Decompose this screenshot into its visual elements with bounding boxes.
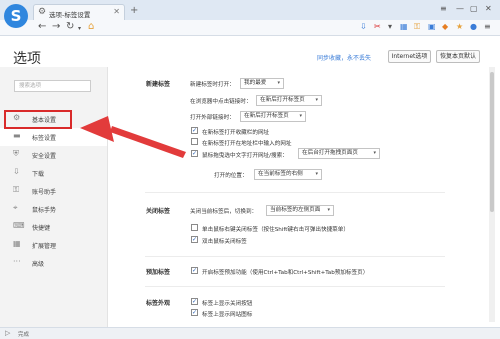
- checkbox-right-click-close[interactable]: [191, 224, 198, 231]
- chevron-down-icon: ▾: [315, 97, 318, 103]
- drag-search-label: 鼠标拖曳选中文字打开网址/搜索：: [202, 153, 288, 159]
- select-value: 在后台打开拖拽页面页: [302, 150, 358, 156]
- double-click-close-label: 双击鼠标关闭标签: [202, 239, 247, 245]
- open-position-select[interactable]: 在当前标签的右侧 ▾: [254, 169, 322, 180]
- close-switch-label: 关闭当前标签后，切换到：: [190, 209, 258, 215]
- checkbox-double-click-close[interactable]: ✓: [191, 236, 198, 243]
- section-appearance: 标签外观: [146, 300, 171, 307]
- section-new-tab: 新建标签: [146, 81, 171, 88]
- section-preload: 预加标签: [146, 269, 171, 276]
- select-value: 当前标签的左侧页面: [270, 207, 321, 213]
- favorites-new-tab-label: 在新标签打开收藏栏的网址: [202, 130, 270, 136]
- chevron-down-icon: ▾: [315, 171, 318, 177]
- divider: [145, 286, 445, 287]
- divider: [145, 256, 445, 257]
- checkbox-favorites-new-tab[interactable]: ✓: [191, 127, 198, 134]
- checkbox-drag-search[interactable]: ✓: [191, 150, 198, 157]
- addr-open-select[interactable]: 在新后打开标签页 ▾: [256, 95, 322, 106]
- chevron-down-icon: ▾: [277, 80, 280, 86]
- red-arrow-annotation: [80, 116, 186, 158]
- status-text: 完成: [18, 332, 30, 338]
- checkbox-show-site-icon[interactable]: ✓: [191, 309, 198, 316]
- chevron-down-icon: ▾: [327, 207, 330, 213]
- browser-logo: S: [4, 4, 28, 28]
- close-switch-select[interactable]: 当前标签的左侧页面 ▾: [266, 205, 334, 216]
- show-site-icon-label: 标签上显示网站图标: [202, 312, 253, 318]
- section-close-tab: 关闭标签: [146, 208, 171, 215]
- scrollbar-thumb[interactable]: [490, 72, 494, 212]
- select-value: 在新后打开标签页: [260, 97, 305, 103]
- select-value: 在当前标签的右侧: [258, 171, 303, 177]
- checkbox-address-new-tab[interactable]: [191, 138, 198, 145]
- select-value: 在新后打开标签页: [244, 113, 289, 119]
- show-close-button-label: 标签上显示关闭按钮: [202, 301, 253, 307]
- external-link-select[interactable]: 在新后打开标签页 ▾: [240, 111, 306, 122]
- divider: [145, 192, 445, 193]
- new-tab-open-select[interactable]: 我的最爱 ▾: [240, 78, 284, 89]
- new-tab-open-label: 新建标签时打开：: [190, 82, 235, 88]
- addr-open-label: 在浏览器中点击链接时：: [190, 99, 252, 105]
- open-position-label: 打开的位置：: [214, 173, 248, 179]
- checkbox-show-close-button[interactable]: ✓: [191, 298, 198, 305]
- right-click-close-label: 单击鼠标右键关闭标签（按住Shift键右击可弹出快捷菜单）: [202, 227, 349, 233]
- select-value: 我的最爱: [244, 80, 267, 86]
- checkbox-preload[interactable]: ✓: [191, 267, 198, 274]
- chevron-down-icon: ▾: [373, 150, 376, 156]
- chevron-down-icon: ▾: [299, 113, 302, 119]
- preload-label: 开启标签预加功能（使用Ctrl+Tab和Ctrl+Shift+Tab预加标签页）: [202, 270, 369, 276]
- status-bar: ▷ 完成: [0, 327, 500, 339]
- status-icon: ▷: [5, 329, 11, 337]
- address-new-tab-label: 在新标签打开在地址栏中输入的网址: [202, 141, 292, 147]
- external-link-label: 打开外部链接时：: [190, 115, 235, 121]
- drag-search-select[interactable]: 在后台打开拖拽页面页 ▾: [298, 148, 380, 159]
